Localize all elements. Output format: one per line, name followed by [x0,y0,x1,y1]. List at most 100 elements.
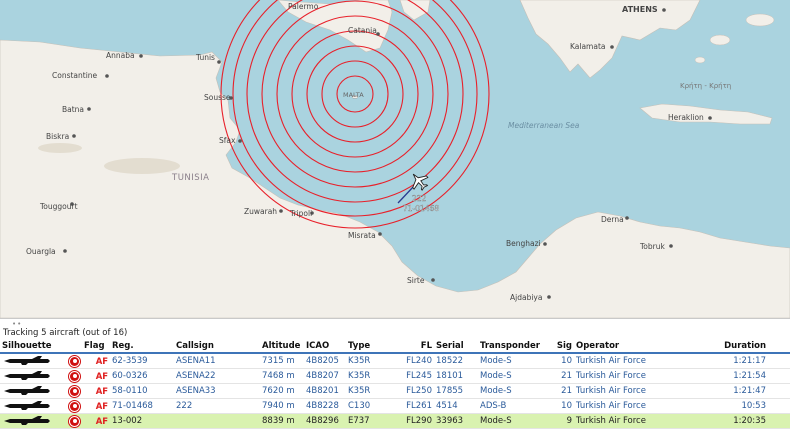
turkish-roundel-icon [68,414,81,428]
island [745,13,775,27]
fl-cell: FL240 [390,353,434,369]
col-transponder[interactable]: Transponder [478,339,540,354]
fl-cell: FL245 [390,368,434,384]
label-malta: MALTA [343,91,364,99]
type-cell: C130 [346,398,390,414]
label-crete-region: Κρήτη - Κρήτη [680,82,731,90]
col-flag[interactable]: Flag [62,339,110,354]
sig-cell: 10 [540,353,574,369]
reg-cell: 58-0110 [110,383,174,399]
transponder-cell: ADS-B [478,398,540,414]
operator-cell: Turkish Air Force [574,383,664,399]
transponder-cell: Mode-S [478,413,540,429]
label-benghazi: Benghazi [506,239,541,248]
aircraft-table: Silhouette Flag Reg. Callsign Altitude I… [0,339,790,429]
label-tunis: Tunis [195,53,215,62]
flag-cell: AF [62,413,110,429]
map-canvas[interactable]: Palermo ATHENS Catania Annaba Tunis Kala… [0,0,790,318]
label-derna: Derna [601,215,624,224]
table-row[interactable]: AF 62-3539 ASENA11 7315 m 4B8205 K35R FL240 185… [0,353,790,369]
sig-cell: 21 [540,383,574,399]
callsign-cell: ASENA11 [174,353,260,369]
label-ajdabiya: Ajdabiya [510,293,542,302]
serial-cell: 18101 [434,368,478,384]
silhouette-cell [0,413,62,429]
col-type[interactable]: Type [346,339,390,354]
table-row[interactable]: AF 13-002 8839 m 4B8296 E737 FL290 33963 Mode-S… [0,413,790,429]
duration-cell: 10:53 [664,398,790,414]
col-duration[interactable]: Duration [664,339,790,354]
label-touggourt: Touggourt [39,202,78,211]
aircraft-silhouette-icon [4,400,50,410]
table-row[interactable]: AF 60-0326 ASENA22 7468 m 4B8207 K35R FL245 181… [0,368,790,384]
altitude-cell: 7315 m [260,353,296,369]
duration-cell: 1:20:35 [664,413,790,429]
tracking-status: Tracking 5 aircraft (out of 16) [3,328,128,338]
fl-cell: FL261 [390,398,434,414]
transponder-cell: Mode-S [478,353,540,369]
col-silhouette[interactable]: Silhouette [0,339,62,354]
reg-cell: 71-01468 [110,398,174,414]
label-heraklion: Heraklion [668,113,704,122]
callsign-cell: ASENA22 [174,368,260,384]
aircraft-silhouette-icon [4,370,50,380]
table-row[interactable]: AF 58-0110 ASENA33 7620 m 4B8201 K35R FL250 178… [0,383,790,399]
serial-cell: 4514 [434,398,478,414]
col-sig[interactable]: Sig [540,339,574,354]
fl-cell: FL250 [390,383,434,399]
af-badge: AF [95,416,109,427]
col-fl[interactable]: FL [390,339,434,354]
island [694,56,706,64]
resize-grip[interactable]: •• [12,320,22,328]
icao-cell: 4B8201 [296,383,346,399]
label-annaba: Annaba [106,51,135,60]
operator-cell: Turkish Air Force [574,353,664,369]
col-altitude[interactable]: Altitude [260,339,300,354]
flag-cell: AF [62,353,110,369]
map-view[interactable]: Palermo ATHENS Catania Annaba Tunis Kala… [0,0,790,318]
af-badge: AF [95,356,109,367]
type-cell: K35R [346,383,390,399]
type-cell: E737 [346,413,390,429]
aircraft-silhouette-icon [4,355,50,365]
type-cell: K35R [346,368,390,384]
icao-cell: 4B8228 [296,398,346,414]
col-operator[interactable]: Operator [574,339,664,354]
col-callsign[interactable]: Callsign [174,339,260,354]
reg-cell: 13-002 [110,413,174,429]
aircraft-silhouette-icon [4,385,50,395]
turkish-roundel-icon [68,354,81,368]
altitude-cell: 7620 m [260,383,296,399]
icao-cell: 4B8205 [296,353,346,369]
altitude-cell: 8839 m [260,413,296,429]
col-serial[interactable]: Serial [434,339,478,354]
label-ouargla: Ouargla [26,247,56,256]
sig-cell: 21 [540,368,574,384]
serial-cell: 17855 [434,383,478,399]
fl-cell: FL290 [390,413,434,429]
aircraft-reg-label: 71-01468 [403,204,439,213]
label-biskra: Biskra [46,132,69,141]
serial-cell: 18522 [434,353,478,369]
label-tripoli: Tripoli [289,209,312,218]
aircraft-callsign-label: 222 [412,194,427,203]
silhouette-cell [0,353,62,369]
callsign-cell: ASENA33 [174,383,260,399]
label-sfax: Sfax [219,136,236,145]
af-badge: AF [95,371,109,382]
label-tobruk: Tobruk [639,242,665,251]
reg-cell: 60-0326 [110,368,174,384]
icao-cell: 4B8207 [296,368,346,384]
af-badge: AF [95,401,109,412]
table-row[interactable]: AF 71-01468 222 7940 m 4B8228 C130 FL261 4514 AD… [0,398,790,414]
turkish-roundel-icon [68,399,81,413]
duration-cell: 1:21:54 [664,368,790,384]
island [709,34,731,46]
col-reg[interactable]: Reg. [110,339,174,354]
af-badge: AF [95,386,109,397]
flag-cell: AF [62,398,110,414]
col-icao[interactable]: ICAO [296,339,346,354]
duration-cell: 1:21:47 [664,383,790,399]
callsign-cell [174,413,260,429]
duration-cell: 1:21:17 [664,353,790,369]
